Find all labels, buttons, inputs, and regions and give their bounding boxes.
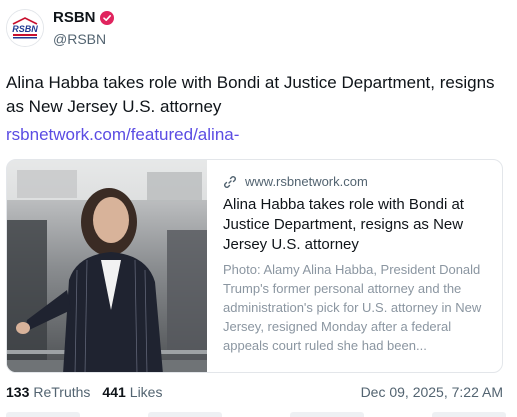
share-button[interactable] (432, 412, 506, 417)
link-preview-card[interactable]: www.rsbnetwork.com Alina Habba takes rol… (6, 159, 503, 373)
retruths-stat[interactable]: 133 ReTruths (6, 384, 90, 400)
post-link[interactable]: rsbnetwork.com/featured/alina- (6, 123, 511, 147)
retruths-label: ReTruths (33, 384, 91, 400)
card-description: Photo: Alamy Alina Habba, President Dona… (223, 262, 482, 353)
rsbn-logo-icon: RSBN (7, 10, 43, 46)
card-image (7, 160, 207, 372)
verified-badge-icon (99, 10, 114, 25)
link-icon (224, 175, 236, 188)
author-name-row: RSBN (53, 9, 114, 26)
card-domain: www.rsbnetwork.com (245, 174, 368, 189)
likes-count: 441 (102, 384, 126, 400)
post-body: Alina Habba takes role with Bondi at Jus… (6, 71, 511, 147)
card-domain-row: www.rsbnetwork.com (223, 174, 488, 189)
action-bar (0, 412, 517, 417)
likes-label: Likes (129, 384, 163, 400)
retruths-count: 133 (6, 384, 30, 400)
likes-stat[interactable]: 441 Likes (102, 384, 162, 400)
author-handle[interactable]: @RSBN (53, 31, 106, 47)
card-title: Alina Habba takes role with Bondi at Jus… (223, 196, 464, 253)
card-body: www.rsbnetwork.com Alina Habba takes rol… (207, 160, 502, 372)
retruth-button[interactable] (148, 412, 222, 417)
reply-button[interactable] (6, 412, 80, 417)
post-text: Alina Habba takes role with Bondi at Jus… (6, 73, 495, 116)
like-button[interactable] (290, 412, 364, 417)
post-timestamp[interactable]: Dec 09, 2025, 7:22 AM (361, 384, 503, 400)
post-stats: 133 ReTruths 441 Likes Dec 09, 2025, 7:22 … (6, 384, 503, 400)
avatar[interactable]: RSBN (6, 9, 44, 47)
author-display-name[interactable]: RSBN (53, 9, 96, 26)
avatar-logo-text: RSBN (12, 24, 38, 34)
